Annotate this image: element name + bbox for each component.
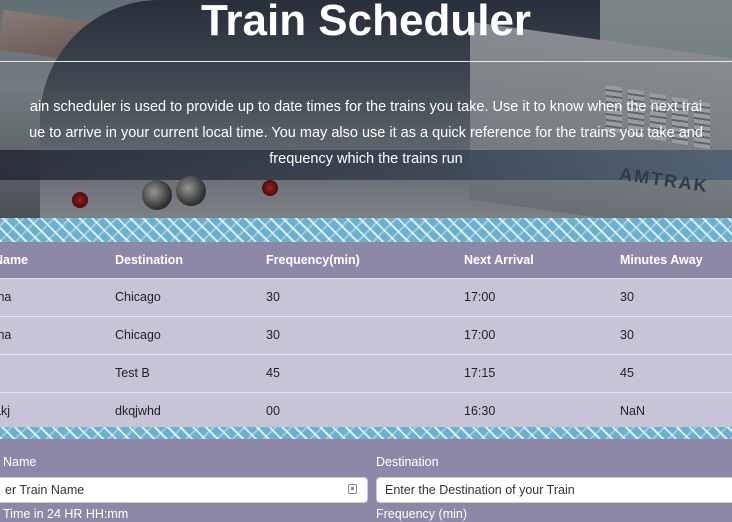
header-name: Name [0, 253, 29, 267]
cell-destination: Chicago [115, 328, 161, 342]
header-destination: Destination [115, 253, 184, 267]
table-header-row: Name Destination Frequency(min) Next Arr… [0, 242, 732, 278]
cell-name: tha [0, 328, 12, 342]
first-train-time-label: Time in 24 HR HH:mm [3, 507, 129, 521]
title-divider [0, 61, 732, 62]
header-frequency: Frequency(min) [266, 253, 360, 267]
destination-label: Destination [376, 455, 439, 469]
cell-name: akj [0, 404, 10, 418]
cell-minutes-away: 30 [620, 290, 634, 304]
table-row: Test B 45 17:15 45 [0, 354, 732, 392]
description-line-1: ain scheduler is used to provide up to d… [29, 99, 703, 115]
hero-banner: AMTRAK Train Scheduler ain scheduler is … [0, 0, 732, 218]
cell-next-arrival: 16:30 [464, 404, 496, 418]
table-row: tha Chicago 30 17:00 30 [0, 316, 732, 354]
page-title: Train Scheduler [200, 0, 532, 45]
page-description: ain scheduler is used to provide up to d… [0, 94, 732, 172]
frequency-label: Frequency (min) [376, 507, 467, 521]
cell-name: tha [0, 290, 12, 304]
add-train-form: Name Destination Time in 24 HR HH:mm Fre… [0, 439, 732, 522]
header-minutes-away: Minutes Away [620, 253, 703, 267]
cell-minutes-away: 30 [620, 328, 634, 342]
cell-destination: dkqjwhd [115, 404, 161, 418]
table-row: akj dkqjwhd 00 16:30 NaN [0, 392, 732, 430]
train-name-label: Name [3, 455, 37, 469]
decorative-band-top [0, 218, 732, 242]
train-schedule-table: Name Destination Frequency(min) Next Arr… [0, 242, 732, 430]
decorative-band-bottom [0, 427, 732, 439]
destination-input[interactable] [376, 477, 732, 503]
cell-next-arrival: 17:00 [464, 328, 496, 342]
cell-frequency: 45 [266, 366, 280, 380]
train-name-input[interactable] [0, 477, 368, 503]
cell-next-arrival: 17:00 [464, 290, 496, 304]
cell-minutes-away: 45 [620, 366, 634, 380]
cell-destination: Chicago [115, 290, 161, 304]
cell-frequency: 00 [266, 404, 280, 418]
header-next-arrival: Next Arrival [464, 253, 534, 267]
cell-destination: Test B [115, 366, 150, 380]
cell-frequency: 30 [266, 290, 280, 304]
cell-frequency: 30 [266, 328, 280, 342]
table-row: tha Chicago 30 17:00 30 [0, 278, 732, 316]
autofill-icon[interactable] [348, 484, 357, 494]
cell-minutes-away: NaN [620, 404, 646, 418]
cell-next-arrival: 17:15 [464, 366, 496, 380]
description-line-3: frequency which the trains run [269, 151, 463, 167]
description-line-2: ue to arrive in your current local time.… [29, 125, 703, 141]
